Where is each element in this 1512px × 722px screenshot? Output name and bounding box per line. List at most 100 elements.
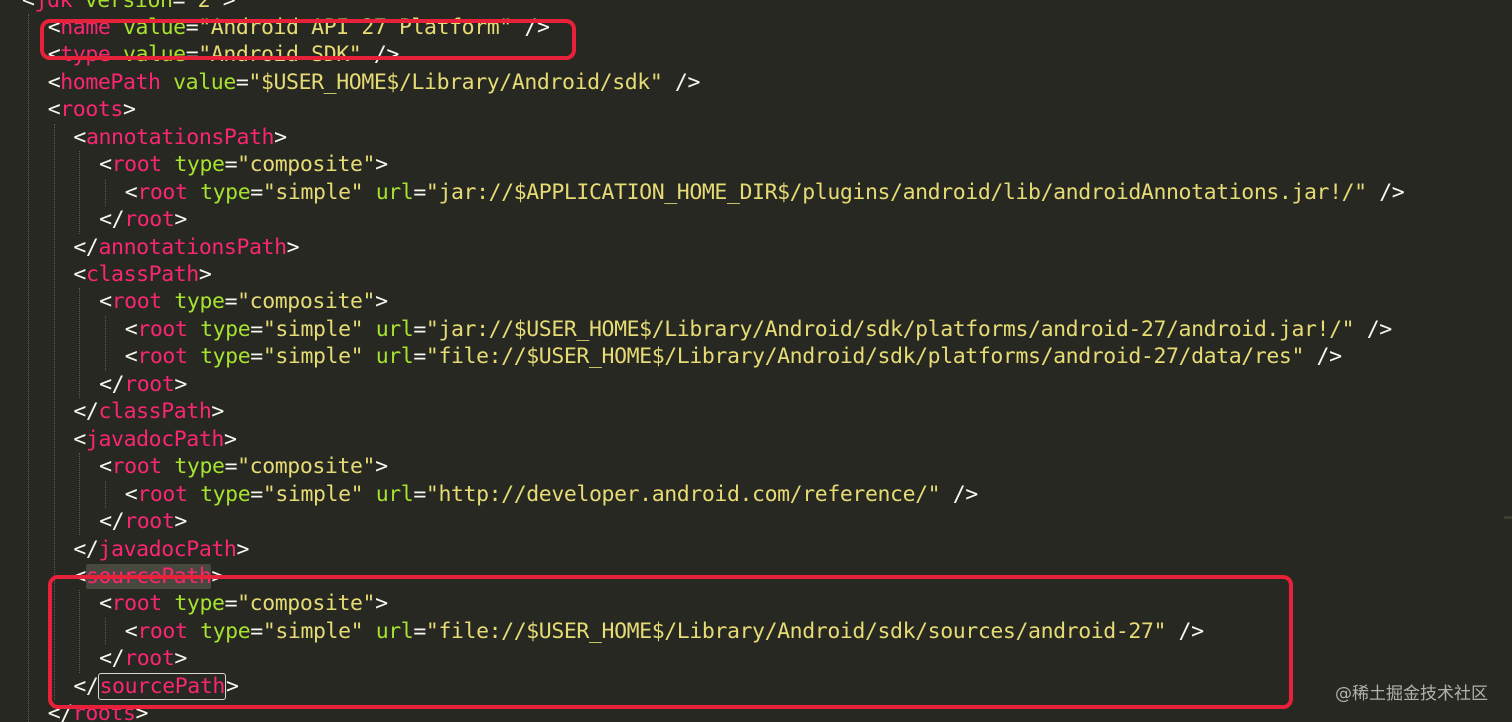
indent-guide xyxy=(105,315,107,371)
code-line: <root type="simple" url="http://develope… xyxy=(125,481,978,508)
code-token: /> xyxy=(940,481,979,507)
code-token: "2" xyxy=(185,0,223,13)
code-token: value xyxy=(173,69,236,95)
code-token: < xyxy=(124,179,138,205)
code-token: = xyxy=(250,481,263,507)
code-token: "$USER_HOME$/Library/Android/sdk" xyxy=(248,69,663,95)
watermark-text: @稀土掘金技术社区 xyxy=(1335,684,1488,704)
code-token: > xyxy=(222,0,236,13)
code-token: /> xyxy=(1304,344,1343,370)
code-token: url xyxy=(375,344,414,370)
code-token: < xyxy=(47,97,61,123)
code-token: /> xyxy=(1366,179,1405,205)
highlight-box-sourcepath-block xyxy=(48,575,1293,709)
code-token: /> xyxy=(662,69,701,95)
code-token: root xyxy=(137,179,188,205)
code-line: <root type="simple" url="file://$USER_HO… xyxy=(125,343,1342,370)
code-token: > xyxy=(236,536,250,562)
code-line: </root> xyxy=(99,371,187,398)
code-token: < xyxy=(22,0,35,13)
code-token: > xyxy=(223,426,237,452)
code-line: </classPath> xyxy=(73,398,224,425)
code-line: <homePath value="$USER_HOME$/Library/And… xyxy=(47,69,701,96)
code-token: "http://developer.android.com/reference/… xyxy=(425,481,941,507)
code-token: = xyxy=(413,316,426,342)
code-token: </ xyxy=(99,207,125,233)
code-token: javadocPath xyxy=(98,536,237,562)
indent-guide xyxy=(105,480,107,509)
code-token: annotationsPath xyxy=(98,234,287,260)
code-line: <javadocPath> xyxy=(73,426,236,453)
code-token: root xyxy=(124,371,175,397)
code-token: < xyxy=(73,426,86,452)
code-token: = xyxy=(172,0,186,13)
scrollbar-marker xyxy=(1504,516,1512,519)
code-line: </annotationsPath> xyxy=(73,234,299,261)
code-token: root xyxy=(137,316,188,342)
code-token: "simple" xyxy=(262,344,364,370)
code-token: </ xyxy=(73,399,99,425)
code-token: < xyxy=(47,69,61,95)
code-token: > xyxy=(174,371,187,397)
code-token: roots xyxy=(60,97,123,123)
code-token: = xyxy=(235,69,249,95)
code-line: </javadocPath> xyxy=(73,536,249,563)
code-token: = xyxy=(250,344,263,370)
code-line: <root type="simple" url="jar://$APPLICAT… xyxy=(125,179,1405,206)
code-token: < xyxy=(99,152,112,178)
code-token: = xyxy=(224,152,238,178)
code-editor[interactable]: <jdk version="2"> <name value="Android AP… xyxy=(0,0,1512,722)
code-token: root xyxy=(124,509,175,535)
code-line: </root> xyxy=(99,206,187,233)
code-token: root xyxy=(111,289,163,315)
code-token: root xyxy=(111,454,163,480)
code-token: > xyxy=(375,152,388,178)
indent-guide xyxy=(79,453,81,536)
code-token: type xyxy=(200,179,251,205)
code-token: < xyxy=(99,454,112,480)
code-token: url xyxy=(375,316,414,342)
code-token: = xyxy=(413,481,426,507)
code-token: "simple" xyxy=(262,316,364,342)
code-line: <root type="simple" url="jar://$USER_HOM… xyxy=(125,316,1392,343)
code-token: > xyxy=(211,399,224,425)
code-token: < xyxy=(124,481,138,507)
code-token: classPath xyxy=(85,262,199,287)
code-line: <jdk version="2"> xyxy=(22,0,236,14)
code-token: > xyxy=(122,97,136,123)
code-line: <annotationsPath> xyxy=(73,124,287,151)
code-token: url xyxy=(375,179,414,205)
code-token: < xyxy=(73,262,86,287)
code-token: "simple" xyxy=(262,481,364,507)
code-token: "file://$USER_HOME$/Library/Android/sdk/… xyxy=(425,344,1304,370)
code-token: < xyxy=(99,289,112,315)
code-token: "composite" xyxy=(237,454,376,480)
code-token: classPath xyxy=(98,399,212,425)
code-token: "jar://$APPLICATION_HOME_DIR$/plugins/an… xyxy=(425,179,1367,205)
code-token: > xyxy=(286,234,300,260)
code-token: = xyxy=(224,454,238,480)
code-token: > xyxy=(174,509,187,535)
code-token: root xyxy=(137,344,188,370)
code-token: "jar://$USER_HOME$/Library/Android/sdk/p… xyxy=(425,316,1355,342)
code-token: type xyxy=(200,481,251,507)
code-token: > xyxy=(375,289,388,315)
code-token: > xyxy=(174,207,187,233)
code-token: </ xyxy=(99,371,125,397)
code-token: root xyxy=(137,481,188,507)
code-token: annotationsPath xyxy=(85,124,275,150)
code-token: "composite" xyxy=(237,152,376,178)
code-token: > xyxy=(198,262,212,287)
code-token: = xyxy=(250,179,263,205)
